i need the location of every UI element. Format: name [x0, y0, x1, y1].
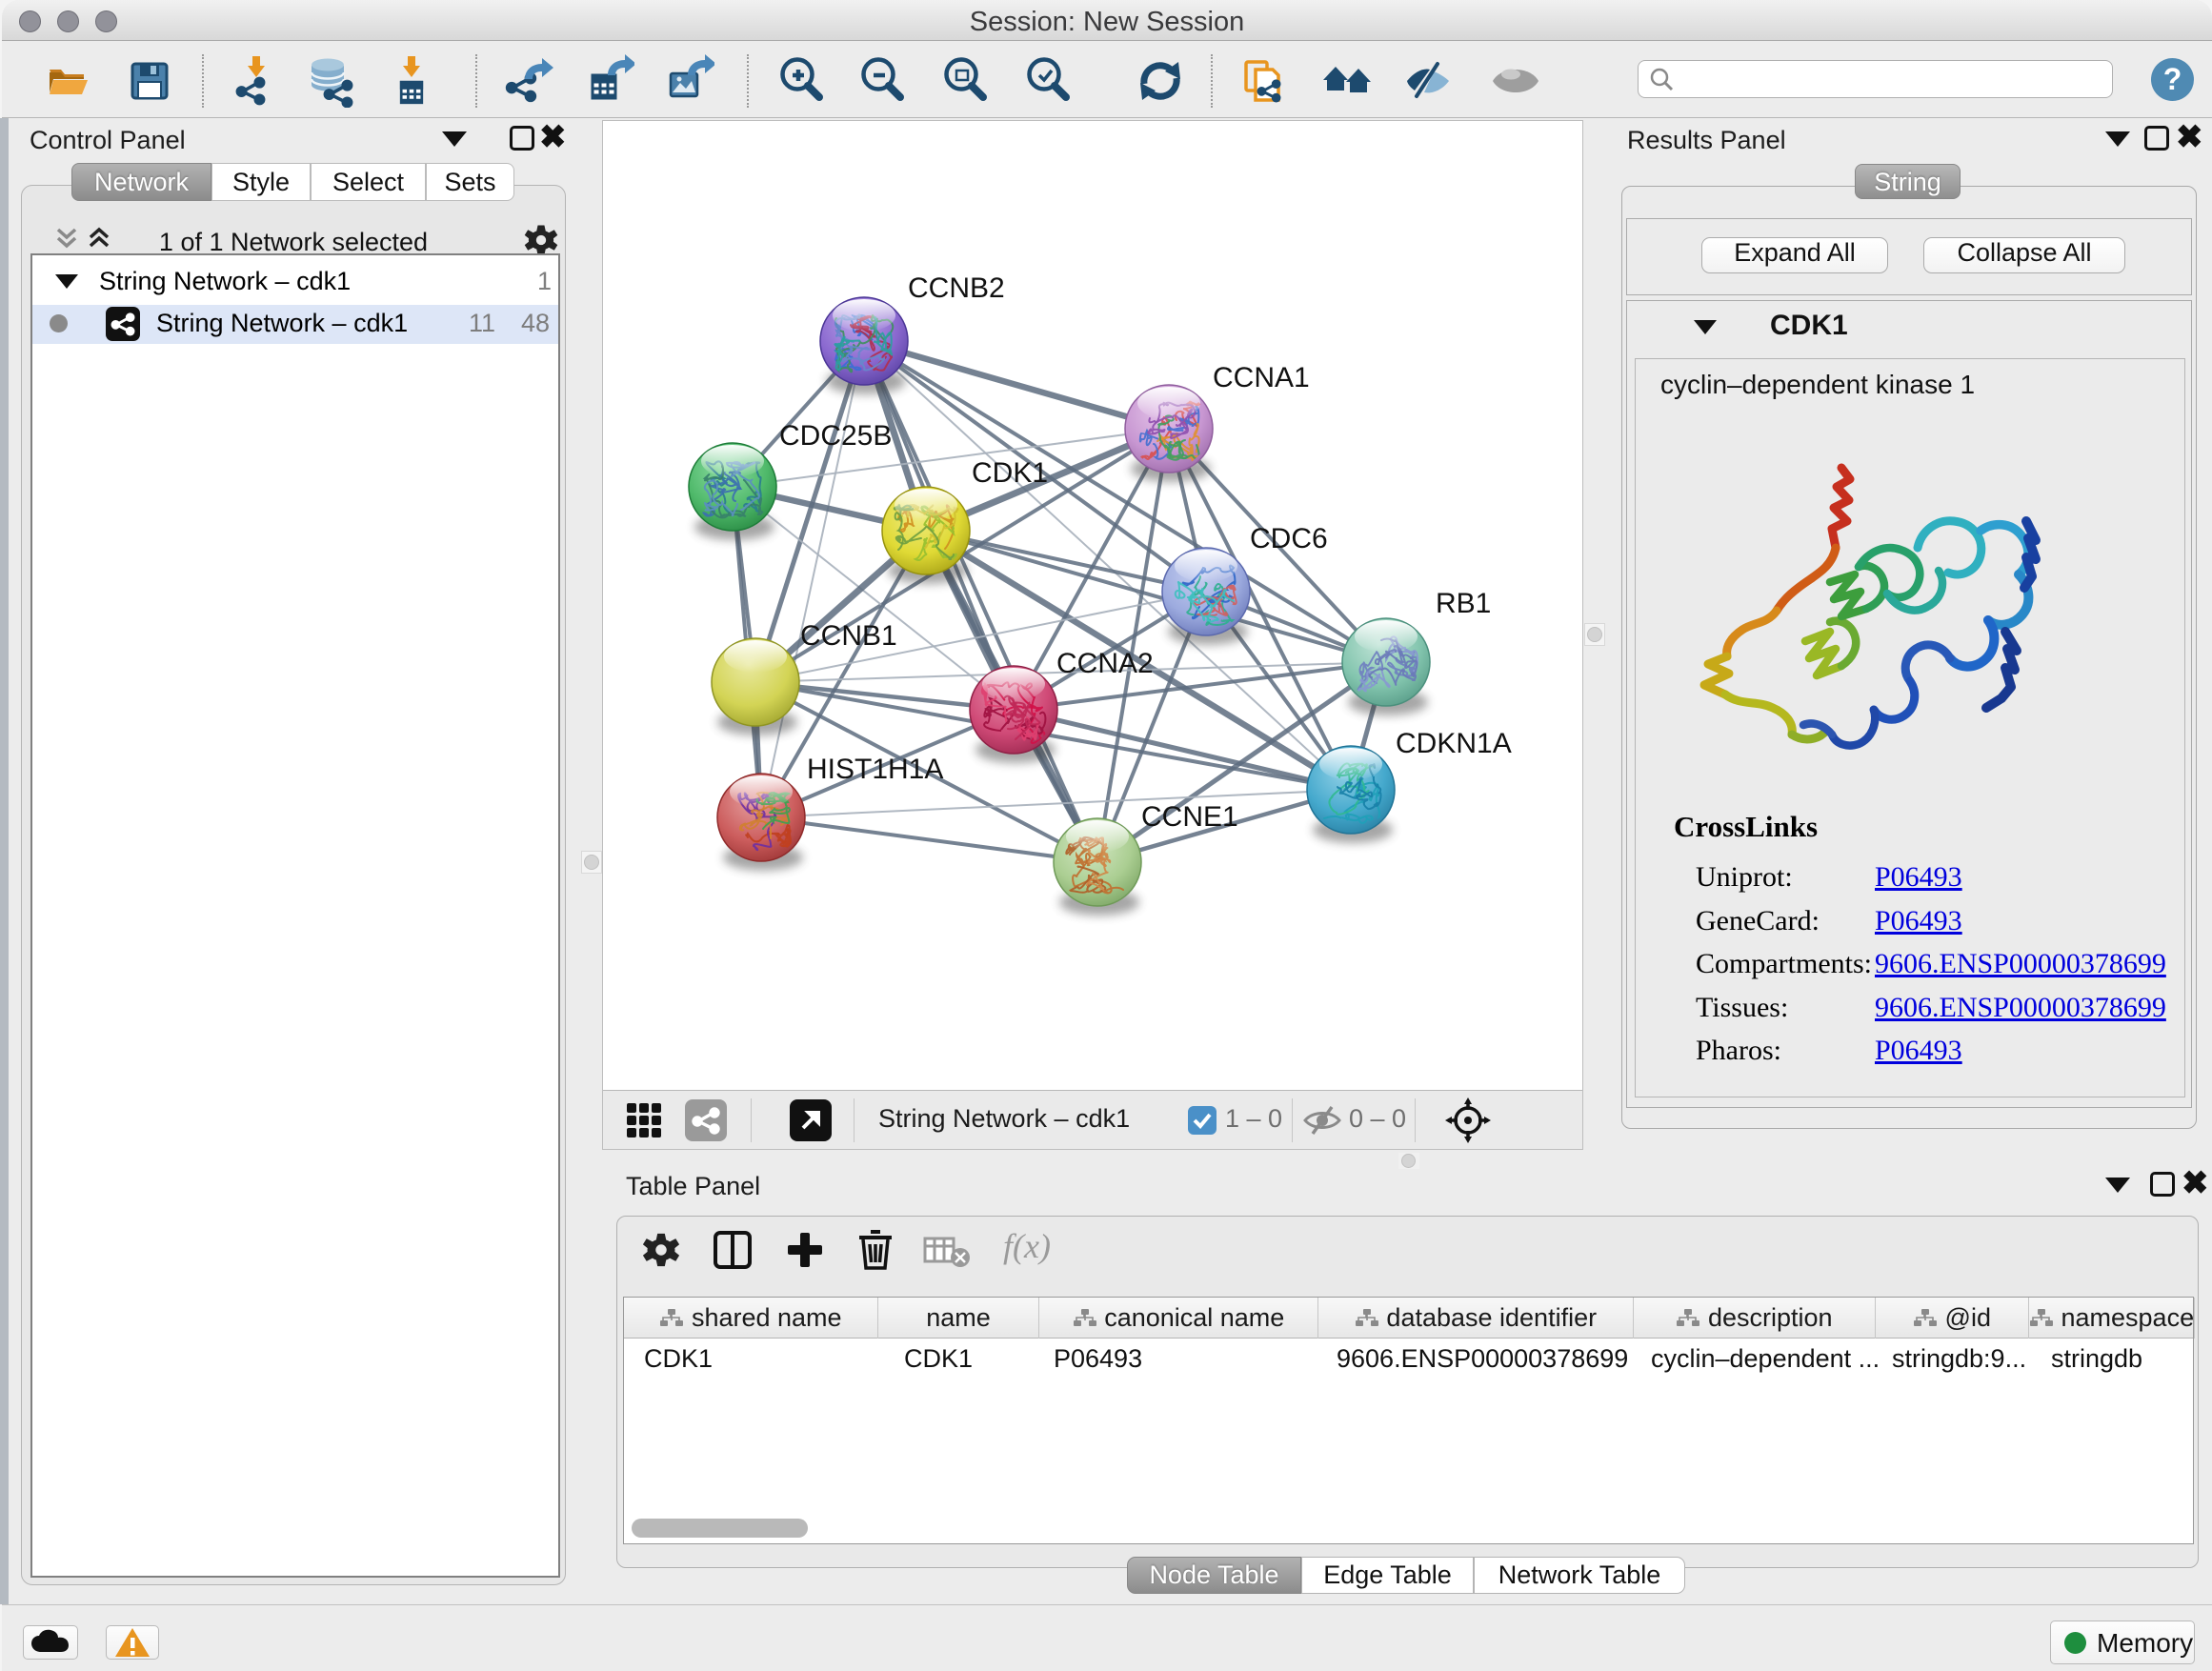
svg-text:CCNA2: CCNA2 [1056, 648, 1154, 679]
svg-text:CDKN1A: CDKN1A [1396, 728, 1512, 759]
svg-text:CDC25B: CDC25B [779, 420, 892, 452]
svg-text:CCNB2: CCNB2 [908, 272, 1005, 304]
svg-text:RB1: RB1 [1436, 588, 1491, 619]
svg-text:HIST1H1A: HIST1H1A [807, 754, 943, 785]
svg-text:CCNE1: CCNE1 [1141, 801, 1238, 833]
svg-text:CDK1: CDK1 [972, 457, 1048, 489]
svg-text:CCNA1: CCNA1 [1213, 362, 1310, 393]
svg-text:CCNB1: CCNB1 [800, 620, 897, 652]
svg-text:CDC6: CDC6 [1250, 523, 1328, 554]
